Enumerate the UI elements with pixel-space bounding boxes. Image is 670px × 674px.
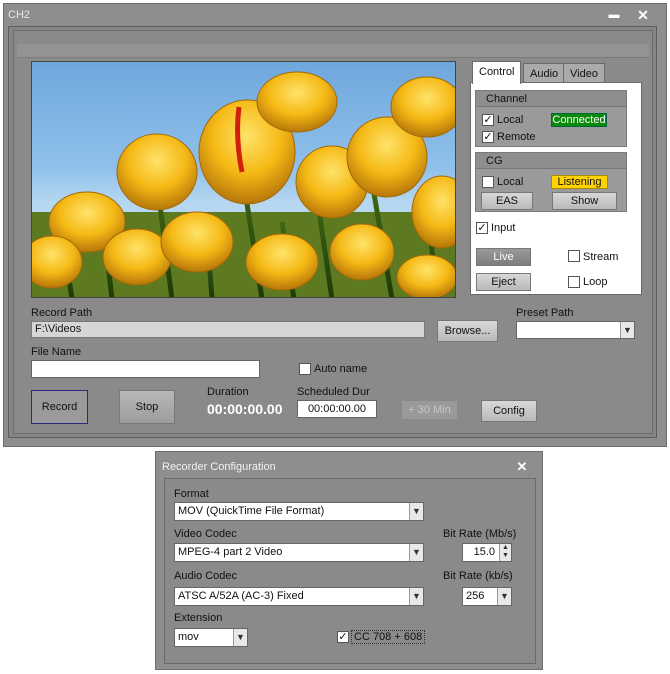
cc-label: CC 708 + 608: [351, 630, 426, 644]
preset-path-select[interactable]: ▼: [516, 321, 635, 339]
format-select[interactable]: MOV (QuickTime File Format) ▼: [174, 502, 424, 521]
preset-path-label: Preset Path: [516, 307, 574, 319]
audio-codec-label: Audio Codec: [174, 570, 237, 582]
listening-status-badge: Listening: [551, 175, 608, 189]
channel-remote-label: Remote: [497, 131, 536, 143]
chevron-down-icon[interactable]: ▼: [497, 588, 511, 605]
connected-status-badge: Connected: [551, 113, 607, 127]
tab-audio[interactable]: Audio: [523, 63, 566, 84]
record-path-label: Record Path: [31, 307, 93, 319]
cg-group-title: CG: [476, 153, 626, 169]
audio-bitrate-label: Bit Rate (kb/s): [443, 570, 513, 582]
record-button[interactable]: Record: [31, 390, 88, 424]
show-button[interactable]: Show: [552, 192, 617, 210]
input-label: Input: [491, 222, 516, 234]
stop-button[interactable]: Stop: [119, 390, 175, 424]
scheduled-dur-input[interactable]: 00:00:00.00: [297, 400, 377, 418]
chevron-down-icon[interactable]: ▼: [409, 503, 423, 520]
chevron-down-icon[interactable]: ▼: [409, 544, 423, 561]
channel-group-title: Channel: [476, 91, 626, 107]
audio-bitrate-select[interactable]: 256 ▼: [462, 587, 512, 606]
config-button[interactable]: Config: [481, 400, 537, 422]
extension-label: Extension: [174, 612, 223, 624]
loop-label: Loop: [583, 276, 608, 288]
format-value: MOV (QuickTime File Format): [178, 505, 325, 517]
window-title: CH2: [8, 9, 31, 21]
close-icon[interactable]: ✕: [635, 7, 651, 23]
format-label: Format: [174, 488, 209, 500]
duration-label: Duration: [207, 386, 249, 398]
minimize-icon[interactable]: ▬: [606, 7, 622, 23]
audio-bitrate-value: 256: [466, 590, 485, 602]
eas-button[interactable]: EAS: [481, 192, 533, 210]
video-codec-select[interactable]: MPEG-4 part 2 Video ▼: [174, 543, 424, 562]
chevron-down-icon[interactable]: ▼: [409, 588, 423, 605]
chevron-down-icon[interactable]: ▼: [620, 322, 634, 338]
video-bitrate-label: Bit Rate (Mb/s): [443, 528, 517, 540]
stream-checkbox[interactable]: [568, 250, 580, 262]
record-path-input[interactable]: F:\Videos: [31, 321, 425, 338]
loop-checkbox[interactable]: [568, 276, 580, 288]
video-codec-value: MPEG-4 part 2 Video: [178, 546, 283, 558]
header-bar: [17, 44, 649, 58]
cg-local-checkbox[interactable]: [482, 176, 494, 188]
channel-local-checkbox[interactable]: ✓: [482, 114, 494, 126]
tab-control[interactable]: Control: [472, 61, 522, 84]
input-checkbox[interactable]: ✓: [476, 222, 488, 234]
config-close-icon[interactable]: ✕: [514, 459, 530, 475]
audio-codec-select[interactable]: ATSC A/52A (AC-3) Fixed ▼: [174, 587, 424, 606]
channel-remote-checkbox[interactable]: ✓: [482, 131, 494, 143]
auto-name-checkbox[interactable]: [299, 363, 311, 375]
file-name-input[interactable]: [31, 360, 260, 378]
cc-checkbox[interactable]: ✓: [337, 631, 349, 643]
chevron-down-icon[interactable]: ▼: [233, 629, 247, 646]
live-button[interactable]: Live: [476, 248, 531, 266]
duration-value: 00:00:00.00: [207, 401, 283, 417]
spinner-arrows-icon[interactable]: ▲ ▼: [499, 544, 511, 561]
audio-codec-value: ATSC A/52A (AC-3) Fixed: [178, 590, 304, 602]
video-codec-label: Video Codec: [174, 528, 237, 540]
channel-local-label: Local: [497, 114, 524, 126]
eject-button[interactable]: Eject: [476, 273, 531, 291]
auto-name-label: Auto name: [314, 363, 368, 375]
cg-local-label: Local: [497, 176, 524, 188]
extension-value: mov: [178, 631, 199, 643]
browse-button[interactable]: Browse...: [437, 320, 498, 342]
config-dialog-title: Recorder Configuration: [162, 461, 276, 473]
scheduled-dur-label: Scheduled Dur: [297, 386, 370, 398]
stream-label: Stream: [583, 251, 619, 263]
tab-video[interactable]: Video: [563, 63, 605, 84]
file-name-label: File Name: [31, 346, 82, 358]
plus-30-min-button[interactable]: + 30 Min: [401, 400, 458, 420]
tulips-image: [32, 71, 455, 297]
video-preview: [31, 61, 456, 298]
extension-select[interactable]: mov ▼: [174, 628, 248, 647]
